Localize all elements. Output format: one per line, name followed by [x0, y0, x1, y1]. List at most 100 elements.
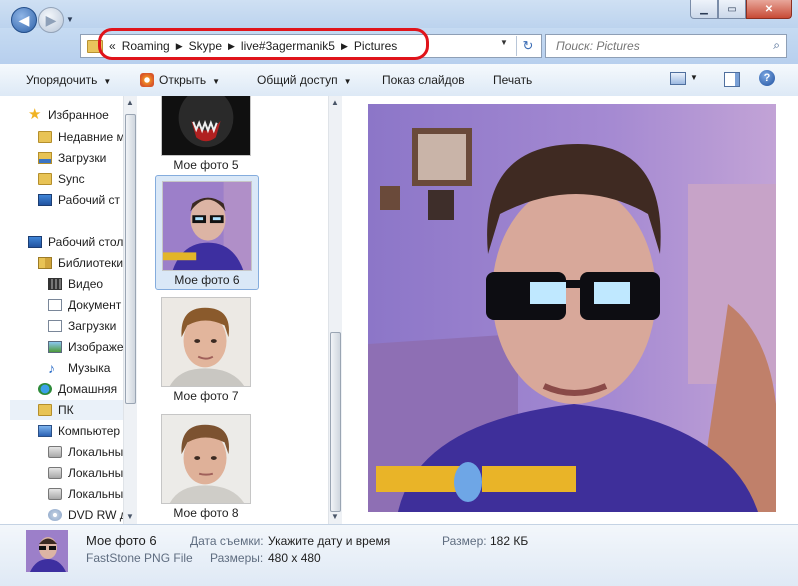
organize-button[interactable]: Упорядочить ▼	[26, 73, 111, 87]
star-icon: ★	[28, 106, 42, 123]
share-label: Общий доступ	[257, 73, 338, 87]
details-dims-label: Размеры:	[210, 551, 264, 565]
local-disk-icon	[48, 488, 62, 500]
file-thumbnail	[162, 181, 252, 271]
sidebar-item-label: Библиотеки	[58, 256, 124, 270]
sidebar-item-label: Компьютер	[58, 424, 121, 438]
open-button[interactable]: Открыть ▼	[140, 73, 220, 87]
scroll-up-icon[interactable]: ▲	[331, 98, 339, 107]
desktop-icon	[38, 194, 52, 206]
local-disk-icon	[48, 467, 62, 479]
file-thumbnail	[161, 297, 251, 387]
sidebar-item-label: Локальны	[68, 466, 124, 480]
computer-icon	[38, 425, 52, 437]
sidebar-item-desktop[interactable]: Рабочий стол	[28, 232, 136, 252]
dvd-drive-icon	[48, 509, 62, 521]
view-options-dropdown-icon[interactable]: ▼	[690, 73, 698, 82]
sidebar-item-homegroup[interactable]: Домашняя	[38, 379, 136, 399]
documents-library-icon	[48, 299, 62, 311]
sidebar-item-label: Видео	[68, 277, 104, 291]
sidebar-item-computer[interactable]: Компьютер	[38, 421, 136, 441]
organize-label: Упорядочить	[26, 73, 98, 87]
folder-icon	[38, 404, 52, 416]
file-tile[interactable]: Мое фото 5	[155, 96, 259, 176]
sidebar-item-label: Избранное	[48, 108, 109, 122]
refresh-icon[interactable]: ↻	[516, 36, 539, 56]
sidebar-item-label: Недавние м	[58, 130, 125, 144]
search-icon[interactable]: ⌕	[773, 38, 780, 53]
navigation-scrollbar[interactable]: ▲ ▼	[123, 96, 138, 524]
search-box[interactable]: ⌕	[545, 34, 787, 58]
sidebar-item-recent-places[interactable]: Недавние м	[38, 127, 136, 147]
scroll-thumb[interactable]	[125, 114, 136, 404]
video-library-icon	[48, 278, 62, 290]
scroll-down-icon[interactable]: ▼	[331, 512, 339, 521]
details-size-label: Размер:	[442, 534, 487, 548]
sidebar-item-label: Рабочий ст	[58, 193, 121, 207]
file-tile[interactable]: Мое фото 6	[155, 175, 259, 290]
sidebar-item-libraries[interactable]: Библиотеки	[38, 253, 136, 273]
sidebar-item-label: Изображе	[68, 340, 124, 354]
file-name: Мое фото 8	[173, 506, 239, 520]
sidebar-item-label: Sync	[58, 172, 85, 186]
print-button[interactable]: Печать	[493, 73, 532, 87]
maximize-icon[interactable]: ▭	[718, 0, 746, 19]
minimize-icon[interactable]: ▁	[690, 0, 718, 19]
search-input[interactable]	[554, 38, 758, 54]
details-thumbnail	[26, 530, 68, 572]
scroll-down-icon[interactable]: ▼	[126, 512, 134, 521]
music-icon: ♪	[48, 360, 55, 376]
scroll-thumb[interactable]	[330, 332, 341, 512]
scroll-up-icon[interactable]: ▲	[126, 98, 134, 107]
file-tile[interactable]: Мое фото 8	[155, 409, 259, 524]
details-file-name: Мое фото 6	[86, 533, 157, 548]
title-bar: ▁ ▭ ✕	[0, 0, 798, 28]
forward-arrow-icon[interactable]: ▶	[38, 7, 64, 33]
chevron-down-icon: ▼	[212, 77, 221, 86]
local-disk-icon	[48, 446, 62, 458]
sidebar-item-label: Рабочий стол	[48, 235, 124, 249]
details-file-type: FastStone PNG File	[86, 551, 193, 565]
open-with-icon	[140, 73, 154, 87]
pictures-library-icon	[48, 341, 62, 353]
sidebar-item-pc[interactable]: ПК	[10, 400, 124, 420]
sidebar-item-label: Загрузки	[58, 151, 107, 165]
sidebar-item-label: Загрузки	[68, 319, 117, 333]
sidebar-item-sync[interactable]: Sync	[38, 169, 136, 189]
address-dropdown-icon[interactable]: ▼	[500, 38, 508, 47]
homegroup-icon	[38, 383, 52, 395]
close-icon[interactable]: ✕	[746, 0, 792, 19]
downloads-library-icon	[48, 320, 62, 332]
sidebar-item-label: Домашняя	[58, 382, 118, 396]
share-button[interactable]: Общий доступ ▼	[257, 73, 352, 87]
details-date-label: Дата съемки:	[190, 534, 264, 548]
recent-pages-dropdown-icon[interactable]: ▼	[66, 15, 74, 24]
downloads-folder-icon	[38, 152, 52, 164]
file-name: Мое фото 5	[173, 158, 239, 172]
back-arrow-icon[interactable]: ◀	[11, 7, 37, 33]
sidebar-item-label: Локальны	[68, 445, 124, 459]
file-thumbnail	[161, 414, 251, 504]
preview-image	[368, 104, 776, 512]
change-view-icon[interactable]	[670, 72, 686, 85]
file-thumbnail	[161, 96, 251, 156]
chevron-down-icon: ▼	[343, 77, 352, 86]
sidebar-item-downloads[interactable]: Загрузки	[38, 148, 136, 168]
sidebar-item-label: ПК	[58, 403, 74, 417]
sidebar-item-label: Документ	[68, 298, 122, 312]
sidebar-item-favorites[interactable]: ★ Избранное	[28, 105, 136, 125]
chevron-down-icon: ▼	[103, 77, 112, 86]
file-list: Мое фото 5 Мое фото 6 Мое фото 7 Мое фот…	[137, 96, 342, 524]
help-icon[interactable]: ?	[759, 70, 775, 86]
preview-pane-icon[interactable]	[724, 72, 740, 87]
recent-places-icon	[38, 131, 52, 143]
sidebar-item-label: Музыка	[68, 361, 111, 375]
file-list-scrollbar[interactable]: ▲ ▼	[328, 96, 343, 524]
slideshow-button[interactable]: Показ слайдов	[382, 73, 465, 87]
details-size-value: 182 КБ	[490, 534, 529, 548]
details-date-value[interactable]: Укажите дату и время	[268, 534, 390, 548]
open-label: Открыть	[159, 73, 207, 87]
file-tile[interactable]: Мое фото 7	[155, 292, 259, 407]
libraries-icon	[38, 257, 52, 269]
sidebar-item-desktop-favorite[interactable]: Рабочий ст	[38, 190, 136, 210]
